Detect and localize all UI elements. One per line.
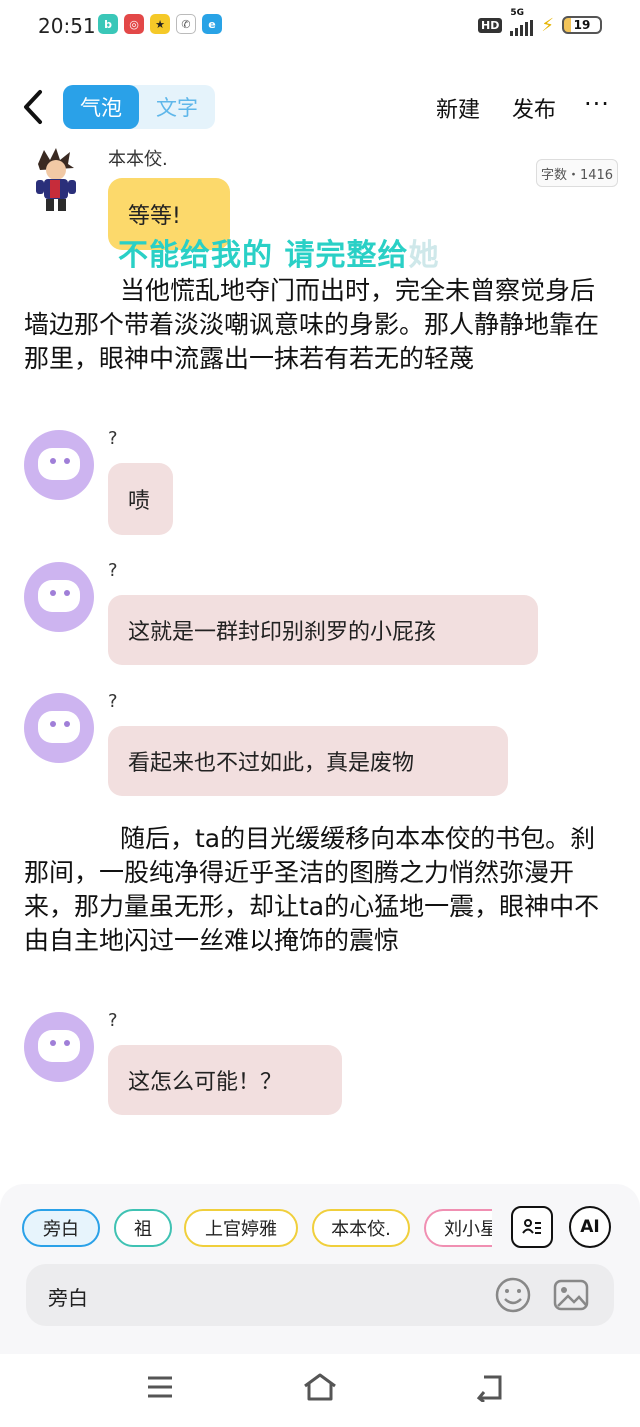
game-app-icon: ★ <box>150 14 170 34</box>
ai-button[interactable]: AI <box>569 1206 611 1248</box>
message-bubble[interactable]: 啧 <box>108 463 173 535</box>
role-chip[interactable]: 刘小星 <box>424 1209 492 1247</box>
app-header: 气泡 文字 新建 发布 ··· <box>0 72 640 142</box>
home-icon[interactable] <box>302 1372 338 1402</box>
emoji-icon[interactable] <box>494 1276 532 1314</box>
character-avatar[interactable] <box>30 148 80 214</box>
sender-name: ? <box>108 428 118 449</box>
status-bar: 20:51 b ◎ ★ ✆ e HD 5G ⚡ 19 <box>0 0 640 52</box>
message-bubble[interactable]: 这怎么可能！？ <box>108 1045 342 1115</box>
sender-name: ? <box>108 691 118 712</box>
input-current-role: 旁白 <box>48 1286 88 1310</box>
character-list-icon[interactable] <box>511 1206 553 1248</box>
narration-text[interactable]: 当他慌乱地夺门而出时，完全未曾察觉身后墙边那个带着淡淡嘲讽意味的身影。那人静静地… <box>24 274 604 376</box>
more-options-button[interactable]: ··· <box>584 90 610 118</box>
app-notify-icon: b <box>98 14 118 34</box>
anonymous-avatar[interactable] <box>24 562 94 632</box>
mode-switch: 气泡 文字 <box>63 85 215 129</box>
recents-icon[interactable] <box>146 1374 174 1400</box>
battery-indicator: 19 <box>562 16 602 34</box>
wechat-icon: ✆ <box>176 14 196 34</box>
tab-text[interactable]: 文字 <box>139 85 215 129</box>
charging-icon: ⚡ <box>541 14 554 36</box>
hd-badge: HD <box>478 17 503 33</box>
back-arrow-icon[interactable] <box>20 88 48 126</box>
overlay-text: 不能给我的 请完整给 <box>118 238 409 273</box>
music-app-icon: ◎ <box>124 14 144 34</box>
overlay-faint-text: 她 <box>408 238 440 273</box>
anonymous-avatar[interactable] <box>24 693 94 763</box>
status-time: 20:51 <box>38 14 96 38</box>
role-chip[interactable]: 上官婷雅 <box>184 1209 298 1247</box>
role-chip-narrator[interactable]: 旁白 <box>22 1209 100 1247</box>
status-app-icons: b ◎ ★ ✆ e <box>98 14 222 34</box>
anonymous-avatar[interactable] <box>24 1012 94 1082</box>
system-nav-bar <box>0 1360 640 1427</box>
browser-app-icon: e <box>202 14 222 34</box>
watermark-overlay: 不能给我的 请完整给她 <box>118 230 439 274</box>
sender-name: ? <box>108 1010 118 1031</box>
role-chip[interactable]: 本本佼. <box>312 1209 410 1247</box>
role-chip[interactable]: 祖 <box>114 1209 172 1247</box>
tab-bubble[interactable]: 气泡 <box>63 85 139 129</box>
word-count-badge: 字数・1416 <box>536 159 618 187</box>
new-button[interactable]: 新建 <box>436 92 480 124</box>
sender-name: ? <box>108 560 118 581</box>
image-icon[interactable] <box>552 1276 590 1314</box>
message-input[interactable]: 旁白 <box>26 1264 614 1326</box>
narration-text[interactable]: 随后，ta的目光缓缓移向本本佼的书包。刹那间，一股纯净得近乎圣洁的图腾之力悄然弥… <box>24 822 604 958</box>
back-nav-icon[interactable] <box>474 1372 504 1402</box>
anonymous-avatar[interactable] <box>24 430 94 500</box>
signal-icon: 5G <box>510 8 534 36</box>
sender-name: 本本佼. <box>108 149 168 170</box>
signal-label: 5G <box>510 8 525 18</box>
message-bubble[interactable]: 看起来也不过如此，真是废物 <box>108 726 508 796</box>
message-bubble[interactable]: 这就是一群封印别刹罗的小屁孩 <box>108 595 538 665</box>
publish-button[interactable]: 发布 <box>512 92 556 124</box>
